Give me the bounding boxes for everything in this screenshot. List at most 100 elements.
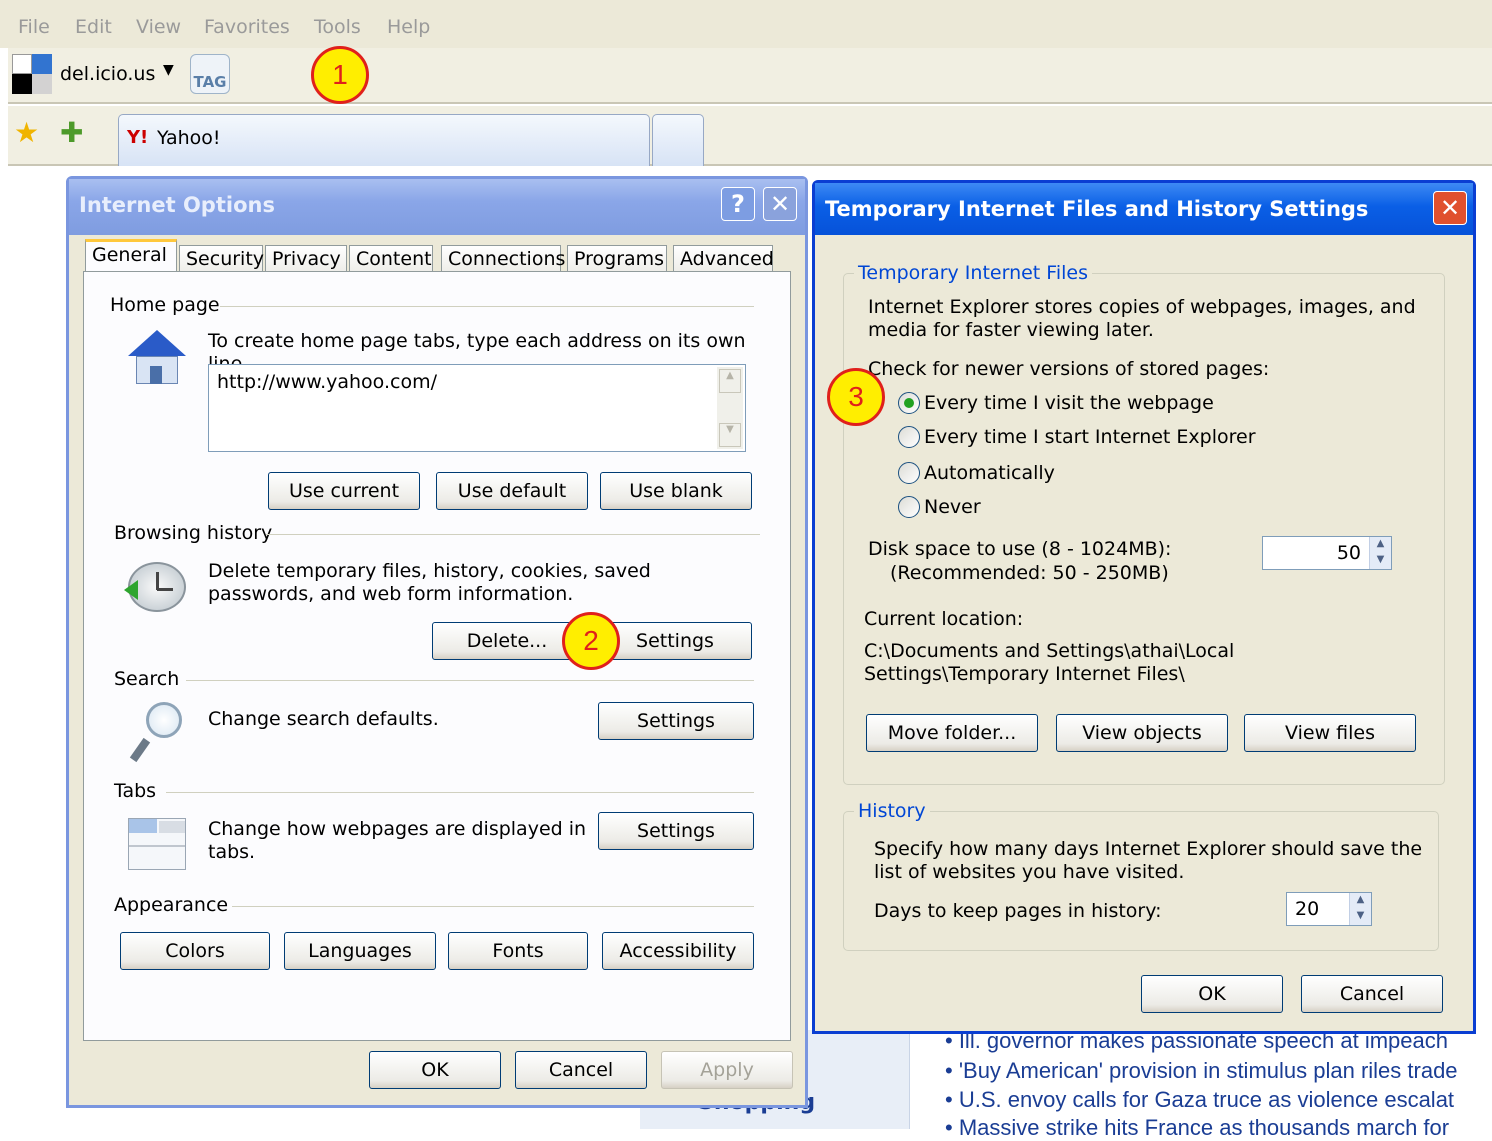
news-link[interactable]: • Massive strike hits France as thousand… bbox=[945, 1115, 1449, 1141]
ok-button[interactable]: OK bbox=[369, 1051, 501, 1089]
apply-button[interactable]: Apply bbox=[661, 1051, 793, 1089]
fonts-button[interactable]: Fonts bbox=[448, 932, 588, 970]
radio-automatically[interactable] bbox=[898, 462, 920, 484]
disk-space-label: Disk space to use (8 - 1024MB): bbox=[868, 538, 1172, 560]
history-days-value: 20 bbox=[1295, 898, 1320, 920]
disk-space-value: 50 bbox=[1336, 542, 1361, 564]
links-toolbar: del.icio.us ▼ TAG bbox=[8, 48, 1492, 104]
callout-2: 2 bbox=[562, 612, 620, 670]
spin-up-icon[interactable]: ▲ bbox=[1350, 893, 1371, 909]
browser-tab-yahoo[interactable]: Y! Yahoo! bbox=[118, 114, 650, 166]
use-current-button[interactable]: Use current bbox=[268, 472, 420, 510]
menu-bar: File Edit View Favorites Tools Help bbox=[0, 0, 1492, 48]
current-location-label: Current location: bbox=[864, 608, 1024, 630]
view-objects-button[interactable]: View objects bbox=[1056, 714, 1228, 752]
history-group: History Specify how many days Internet E… bbox=[843, 800, 1439, 951]
view-files-button[interactable]: View files bbox=[1244, 714, 1416, 752]
languages-button[interactable]: Languages bbox=[284, 932, 436, 970]
close-button[interactable]: ✕ bbox=[1433, 191, 1467, 225]
new-tab-button[interactable] bbox=[652, 114, 704, 166]
radio-label[interactable]: Every time I start Internet Explorer bbox=[924, 426, 1256, 449]
menu-file[interactable]: File bbox=[18, 16, 50, 38]
appearance-label: Appearance bbox=[114, 894, 229, 916]
scroll-down-icon[interactable]: ▼ bbox=[719, 423, 741, 447]
delicious-icon[interactable] bbox=[12, 54, 52, 94]
history-legend: History bbox=[854, 800, 930, 822]
spin-down-icon[interactable]: ▼ bbox=[1350, 909, 1371, 925]
menu-tools[interactable]: Tools bbox=[314, 16, 361, 38]
internet-options-dialog: Internet Options ? ✕ General Security Pr… bbox=[66, 176, 808, 1108]
callout-1: 1 bbox=[311, 46, 369, 104]
radio-label[interactable]: Never bbox=[924, 496, 981, 519]
search-magnifier-icon bbox=[129, 702, 186, 763]
spin-up-icon[interactable]: ▲ bbox=[1370, 537, 1391, 553]
radio-every-visit[interactable] bbox=[898, 392, 920, 414]
search-settings-button[interactable]: Settings bbox=[598, 702, 754, 740]
use-default-button[interactable]: Use default bbox=[436, 472, 588, 510]
callout-3: 3 bbox=[827, 368, 885, 426]
tabs-settings-button[interactable]: Settings bbox=[598, 812, 754, 850]
history-days-stepper[interactable]: 20 ▲ ▼ bbox=[1286, 892, 1372, 926]
chevron-down-icon[interactable]: ▼ bbox=[163, 62, 174, 78]
dialog-title: Internet Options bbox=[79, 193, 275, 217]
search-desc: Change search defaults. bbox=[208, 708, 439, 730]
cancel-button[interactable]: Cancel bbox=[515, 1051, 647, 1089]
delicious-label[interactable]: del.icio.us bbox=[60, 63, 155, 85]
tag-label: TAG bbox=[193, 73, 227, 91]
spin-buttons[interactable]: ▲ ▼ bbox=[1349, 893, 1371, 925]
browser-tab-label: Yahoo! bbox=[157, 127, 221, 149]
temp-files-group: Temporary Internet Files Internet Explor… bbox=[843, 262, 1445, 785]
radio-label[interactable]: Every time I visit the webpage bbox=[924, 392, 1214, 415]
temp-files-settings-dialog: Temporary Internet Files and History Set… bbox=[812, 180, 1476, 1034]
tag-icon[interactable]: TAG bbox=[190, 54, 230, 94]
help-button[interactable]: ? bbox=[721, 187, 755, 221]
check-newer-label: Check for newer versions of stored pages… bbox=[868, 358, 1270, 380]
home-page-textarea[interactable]: http://www.yahoo.com/ ▲ ▼ bbox=[208, 364, 746, 452]
home-page-label: Home page bbox=[110, 294, 220, 316]
internet-options-titlebar: Internet Options bbox=[69, 179, 805, 235]
current-location-value: C:\Documents and Settings\athai\Local Se… bbox=[864, 640, 1235, 685]
menu-help[interactable]: Help bbox=[387, 16, 430, 38]
home-page-value: http://www.yahoo.com/ bbox=[217, 371, 437, 393]
dialog-title: Temporary Internet Files and History Set… bbox=[825, 197, 1369, 221]
search-label: Search bbox=[114, 668, 180, 690]
home-icon bbox=[128, 330, 186, 388]
spin-down-icon[interactable]: ▼ bbox=[1370, 553, 1391, 569]
move-folder-button[interactable]: Move folder... bbox=[866, 714, 1038, 752]
disk-space-recommended: (Recommended: 50 - 250MB) bbox=[890, 562, 1169, 584]
colors-button[interactable]: Colors bbox=[120, 932, 270, 970]
favorites-star-icon[interactable]: ★ bbox=[14, 116, 39, 149]
tabs-label: Tabs bbox=[114, 780, 157, 802]
history-desc: Specify how many days Internet Explorer … bbox=[874, 838, 1423, 883]
scrollbar[interactable]: ▲ ▼ bbox=[717, 367, 743, 449]
news-link[interactable]: • U.S. envoy calls for Gaza truce as vio… bbox=[945, 1087, 1454, 1113]
temp-files-legend: Temporary Internet Files bbox=[854, 262, 1092, 284]
cancel-button[interactable]: Cancel bbox=[1301, 975, 1443, 1013]
disk-space-stepper[interactable]: 50 ▲ ▼ bbox=[1262, 536, 1392, 570]
temp-files-desc: Internet Explorer stores copies of webpa… bbox=[868, 296, 1416, 341]
radio-label[interactable]: Automatically bbox=[924, 462, 1055, 485]
radio-every-start[interactable] bbox=[898, 426, 920, 448]
tabs-desc: Change how webpages are displayed in tab… bbox=[208, 818, 587, 863]
favorites-toolbar: ★ ✚ Y! Yahoo! bbox=[8, 106, 1492, 166]
news-link[interactable]: • 'Buy American' provision in stimulus p… bbox=[945, 1058, 1458, 1084]
delete-history-button[interactable]: Delete... bbox=[432, 622, 582, 660]
general-tab-panel: Home page To create home page tabs, type… bbox=[83, 271, 791, 1041]
menu-edit[interactable]: Edit bbox=[75, 16, 112, 38]
temp-files-titlebar: Temporary Internet Files and History Set… bbox=[815, 183, 1473, 235]
history-settings-button[interactable]: Settings bbox=[598, 622, 752, 660]
menu-view[interactable]: View bbox=[136, 16, 181, 38]
tabs-icon bbox=[128, 818, 186, 870]
menu-favorites[interactable]: Favorites bbox=[204, 16, 290, 38]
ok-button[interactable]: OK bbox=[1141, 975, 1283, 1013]
radio-never[interactable] bbox=[898, 496, 920, 518]
close-button[interactable]: ✕ bbox=[763, 187, 797, 221]
accessibility-button[interactable]: Accessibility bbox=[602, 932, 754, 970]
scroll-up-icon[interactable]: ▲ bbox=[719, 369, 741, 393]
add-favorite-icon[interactable]: ✚ bbox=[60, 116, 83, 149]
browsing-history-label: Browsing history bbox=[114, 522, 273, 544]
use-blank-button[interactable]: Use blank bbox=[600, 472, 752, 510]
history-days-label: Days to keep pages in history: bbox=[874, 900, 1162, 922]
history-clock-icon bbox=[124, 562, 186, 612]
spin-buttons[interactable]: ▲ ▼ bbox=[1369, 537, 1391, 569]
